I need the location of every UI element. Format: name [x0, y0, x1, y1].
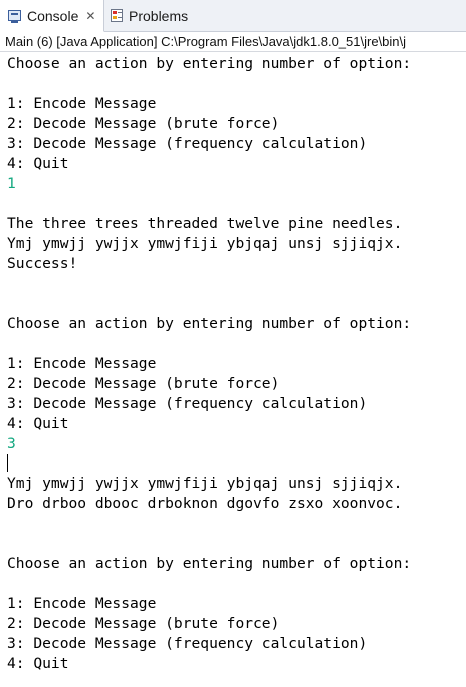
problems-icon — [110, 9, 124, 23]
console-line: 1: Encode Message — [7, 95, 157, 112]
console-input-line: 1 — [7, 175, 16, 192]
console-line: 4: Quit — [7, 415, 69, 432]
console-line: Choose an action by entering number of o… — [7, 315, 412, 332]
view-tab-bar: Console ✕ Problems — [0, 0, 466, 32]
console-line: 1: Encode Message — [7, 355, 157, 372]
console-line: Ymj ymwjj ywjjx ymwjfiji ybjqaj unsj sjj… — [7, 235, 403, 252]
console-icon — [8, 9, 22, 23]
console-view: Console ✕ Problems Main (6) [Java Applic… — [0, 0, 466, 687]
console-line: 3: Decode Message (frequency calculation… — [7, 135, 368, 152]
console-line: 2: Decode Message (brute force) — [7, 375, 280, 392]
tab-problems[interactable]: Problems — [106, 0, 206, 32]
console-line: 3: Decode Message (frequency calculation… — [7, 395, 368, 412]
console-line: Success! — [7, 255, 78, 272]
tab-console[interactable]: Console ✕ — [0, 0, 104, 32]
console-line: 3: Decode Message (frequency calculation… — [7, 635, 368, 652]
console-line: 2: Decode Message (brute force) — [7, 615, 280, 632]
console-caret-line — [7, 454, 466, 474]
console-output[interactable]: Choose an action by entering number of o… — [7, 54, 466, 674]
close-icon[interactable]: ✕ — [85, 10, 95, 22]
tab-problems-label: Problems — [129, 8, 189, 24]
console-line: 2: Decode Message (brute force) — [7, 115, 280, 132]
tab-console-label: Console — [27, 7, 79, 24]
console-line: The three trees threaded twelve pine nee… — [7, 215, 403, 232]
process-label: Main (6) [Java Application] C:\Program F… — [0, 32, 466, 52]
console-line: 1: Encode Message — [7, 595, 157, 612]
console-line: Choose an action by entering number of o… — [7, 555, 412, 572]
console-line: Ymj ymwjj ywjjx ymwjfiji ybjqaj unsj sjj… — [7, 475, 403, 492]
text-caret — [7, 454, 8, 472]
console-input-line: 3 — [7, 435, 16, 452]
console-line: 4: Quit — [7, 155, 69, 172]
console-line: Dro drboo dbooc drboknon dgovfo zsxo xoo… — [7, 495, 403, 512]
console-line: 4: Quit — [7, 655, 69, 672]
console-line: Choose an action by entering number of o… — [7, 55, 412, 72]
